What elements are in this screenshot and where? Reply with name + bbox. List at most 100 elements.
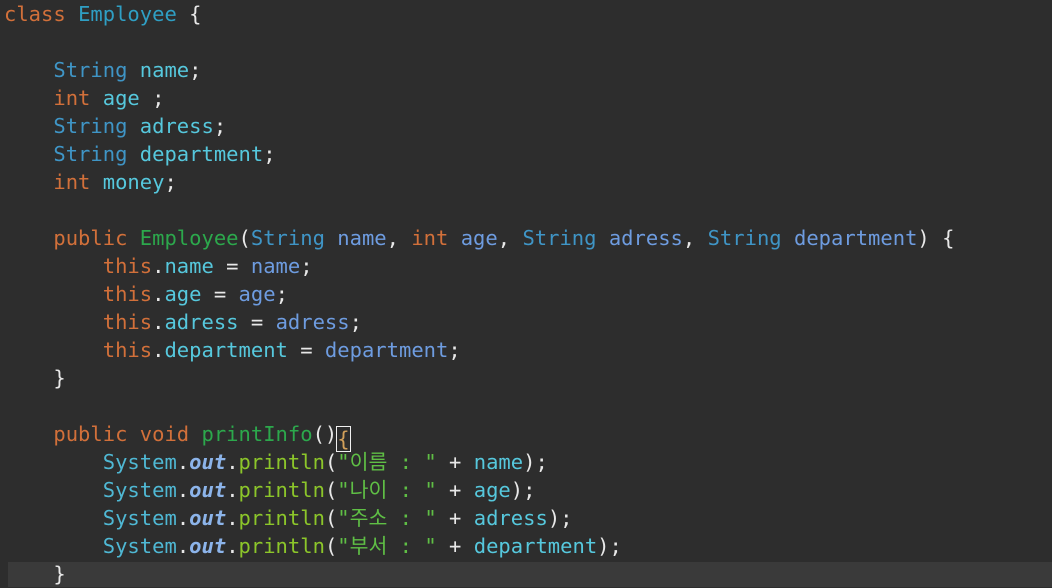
code-token-param: age [460,226,498,250]
code-token-punc: ( [324,450,338,474]
code-token-punc: . [176,506,190,530]
code-token-param: name [337,226,387,250]
code-token-call: println [238,478,325,502]
code-line[interactable] [0,196,1052,224]
code-line[interactable]: int money; [0,168,1052,196]
code-line[interactable]: } [0,560,1052,588]
code-token-field: age [102,86,140,110]
code-token-static-f: out [189,534,227,558]
code-token-str: "나이 : " [337,478,437,502]
code-token-param: age [238,282,276,306]
code-token-punc: ( [238,226,251,250]
code-token-punc [127,114,139,138]
code-token-punc [90,170,102,194]
code-line[interactable]: System.out.println("부서 : " + department)… [0,532,1052,560]
code-line[interactable] [0,28,1052,56]
code-line[interactable]: } [0,364,1052,392]
code-token-punc: , [682,226,708,250]
code-line[interactable]: public Employee(String name, int age, St… [0,224,1052,252]
code-token-type: String [707,226,782,250]
code-token-field: name [473,450,524,474]
code-token-param: name [250,254,301,278]
code-token-kw: this [102,282,153,306]
code-token-field: adress [139,114,214,138]
code-token-punc: . [176,478,190,502]
code-line[interactable]: System.out.println("나이 : " + age); [0,476,1052,504]
code-token-call: println [238,506,325,530]
code-line[interactable]: this.adress = adress; [0,308,1052,336]
code-token-punc [448,226,460,250]
code-token-param: adress [608,226,683,250]
code-token-kw: void [139,422,190,446]
code-token-punc: . [152,282,165,306]
code-token-builtin: System [102,534,177,558]
code-line[interactable]: this.department = department; [0,336,1052,364]
code-token-punc: . [226,450,239,474]
code-line[interactable]: String department; [0,140,1052,168]
code-line[interactable]: int age ; [0,84,1052,112]
code-token-punc: . [176,450,190,474]
code-line[interactable] [0,392,1052,420]
code-token-kw: int [411,226,449,250]
code-line[interactable]: System.out.println("이름 : " + name); [0,448,1052,476]
code-token-punc: } [53,562,66,586]
code-token-field: money [102,170,165,194]
code-token-punc: . [152,338,165,362]
code-token-kw: this [102,310,153,334]
code-token-kw: public [53,226,128,250]
code-token-punc: . [176,534,190,558]
code-token-field: name [139,58,190,82]
code-token-punc: ; [164,170,177,194]
code-token-param: adress [275,310,350,334]
code-token-punc [782,226,794,250]
code-token-field: adress [473,506,548,530]
code-content[interactable]: class Employee { String name; int age ; … [0,0,1052,588]
code-token-punc: ( [324,534,338,558]
code-token-str: "부서 : " [337,534,437,558]
code-token-kw: int [53,170,91,194]
code-line[interactable]: class Employee { [0,0,1052,28]
code-line[interactable]: this.name = name; [0,252,1052,280]
code-token-punc [90,86,102,110]
code-token-kw: this [102,254,153,278]
code-token-punc: ( [324,506,338,530]
code-token-field: department [473,534,598,558]
code-token-kw: public [53,422,128,446]
code-token-field: department [164,338,288,362]
code-token-punc [189,422,201,446]
code-token-punc: . [226,478,239,502]
code-token-punc: , [497,226,523,250]
code-token-type: String [522,226,597,250]
code-editor[interactable]: class Employee { String name; int age ; … [0,0,1052,587]
code-line[interactable]: String adress; [0,112,1052,140]
code-token-punc: ; [448,338,461,362]
code-token-builtin: System [102,478,177,502]
code-token-str: "주소 : " [337,506,437,530]
code-token-punc: , [386,226,412,250]
code-token-kw: int [53,86,91,110]
code-token-punc: ; [139,86,165,110]
code-token-classname: Employee [78,2,177,26]
code-token-kw: this [102,338,153,362]
code-line[interactable]: String name; [0,56,1052,84]
code-token-field: adress [164,310,239,334]
code-line[interactable]: this.age = age; [0,280,1052,308]
code-token-punc: ) { [917,226,955,250]
code-line[interactable]: System.out.println("주소 : " + adress); [0,504,1052,532]
code-line[interactable]: public void printInfo(){ [0,420,1052,452]
code-token-op: = [287,338,325,362]
code-token-field: age [164,282,202,306]
code-token-static-f: out [189,450,227,474]
